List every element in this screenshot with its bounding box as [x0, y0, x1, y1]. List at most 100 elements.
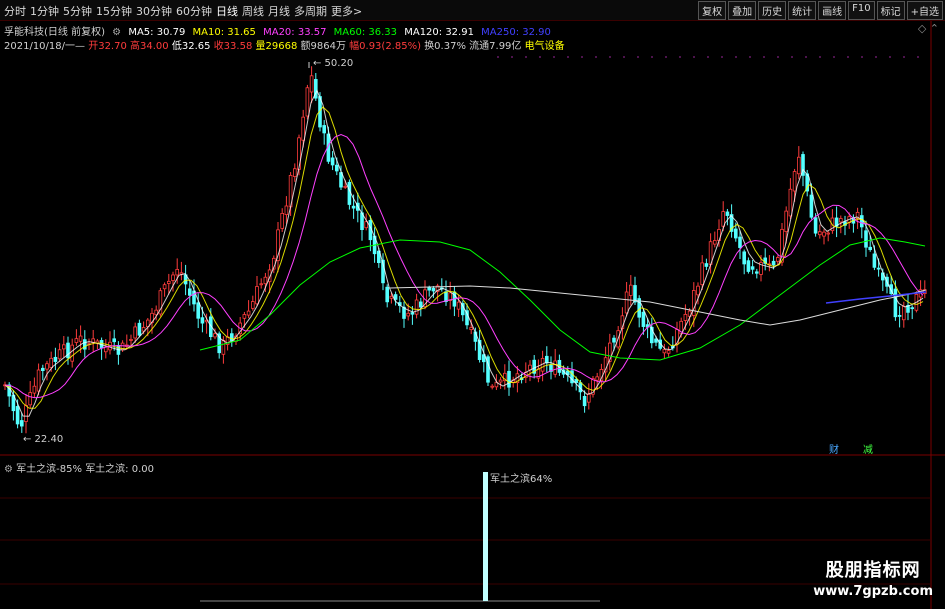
indicator-name-2: 军土之滨: [85, 464, 129, 475]
candle-body [582, 395, 587, 407]
candle-body [507, 370, 511, 388]
candle-body [784, 210, 788, 233]
candle-body [431, 287, 436, 292]
candle-body [456, 301, 461, 310]
candle-body [280, 212, 284, 229]
candle-body [334, 164, 339, 172]
candle-body [347, 181, 352, 205]
candle-body [57, 349, 62, 360]
candle-body [792, 171, 797, 192]
candle-body [704, 263, 709, 267]
candle-body [196, 302, 201, 319]
candle-body [553, 360, 557, 375]
candle-body [200, 317, 205, 324]
candle-body [171, 274, 175, 281]
candle-body [129, 339, 133, 341]
candle-body [629, 284, 633, 296]
candle-body [414, 299, 419, 315]
candle-body [725, 211, 730, 216]
candle-body [389, 295, 394, 299]
candle-body [330, 157, 335, 166]
candle-body [162, 284, 167, 290]
candle-body [74, 338, 79, 343]
watermark-url: www.7gpzb.com [813, 584, 933, 599]
candle-body [902, 305, 906, 321]
candle-body [322, 125, 326, 134]
ma20-line [4, 133, 924, 399]
watermark-title: 股朋指标网 [825, 560, 921, 581]
candle-body [62, 344, 66, 350]
candle-body [822, 231, 826, 237]
candle-body [427, 287, 431, 291]
candle-body [309, 75, 314, 93]
candle-body [809, 194, 814, 218]
candle-body [187, 288, 192, 296]
candle-body [292, 168, 297, 177]
candle-body [406, 312, 410, 317]
candle-body [776, 257, 780, 262]
candle-body [771, 260, 776, 266]
candle-body [746, 260, 751, 272]
candle-body [750, 266, 755, 270]
candle-body [32, 385, 37, 394]
candle-body [24, 404, 28, 422]
indicator-value-2: 0.00 [131, 464, 155, 475]
candle-body [166, 280, 171, 284]
candle-body [305, 87, 310, 117]
candle-body [864, 230, 868, 248]
kline-chart[interactable]: ← 50.20 ← 22.40 财 减军土之滨64% [0, 0, 945, 609]
candle-body [351, 205, 356, 209]
low-price-label: ← 22.40 [23, 434, 63, 445]
candle-body [242, 314, 247, 319]
ma60-line [199, 237, 926, 361]
candle-body [713, 240, 717, 245]
candle-body [112, 338, 117, 343]
candle-body [788, 188, 793, 217]
candle-body [860, 215, 864, 228]
candle-body [133, 326, 138, 339]
candle-body [28, 392, 32, 406]
candle-body [683, 313, 688, 321]
candle-body [662, 349, 667, 354]
candle-body [612, 337, 616, 343]
candle-body [872, 253, 877, 268]
marker-finance: 财 [829, 443, 839, 456]
candle-body [49, 357, 53, 368]
indicator-header: ⚙ 军土之滨-85% 军土之滨: 0.00 [4, 460, 154, 475]
candle-body [666, 350, 671, 354]
candle-body [897, 315, 902, 317]
candle-body [70, 344, 75, 362]
candle-body [813, 217, 818, 234]
candle-body [868, 246, 872, 251]
candle-body [910, 307, 914, 310]
candle-body [490, 385, 494, 388]
indicator-bar-label: 军土之滨64% [490, 472, 552, 485]
candle-body [36, 369, 41, 392]
candle-body [45, 363, 49, 370]
candle-body [19, 420, 24, 427]
candle-body [410, 312, 415, 315]
candle-body [469, 327, 473, 331]
indicator-value: -85% [56, 464, 82, 475]
candle-body [893, 288, 898, 318]
candle-body [53, 356, 58, 362]
candle-body [229, 333, 234, 342]
candle-body [595, 376, 599, 381]
indicator-name: 军土之滨 [16, 464, 57, 475]
candle-body [175, 269, 180, 276]
candle-body [839, 218, 843, 223]
candle-body [641, 311, 646, 327]
candle-body [246, 310, 251, 316]
candle-body [15, 406, 20, 425]
candle-body [696, 285, 700, 296]
marker-reduce: 减 [863, 444, 873, 456]
candle-body [742, 251, 746, 265]
candle-body [826, 232, 830, 235]
candle-body [213, 333, 217, 338]
candle-body [818, 231, 822, 236]
candle-body [255, 286, 259, 305]
candle-body [385, 286, 389, 303]
indicator-bar [483, 472, 488, 601]
candle-body [498, 379, 503, 383]
settings-icon-2[interactable]: ⚙ [4, 464, 13, 475]
